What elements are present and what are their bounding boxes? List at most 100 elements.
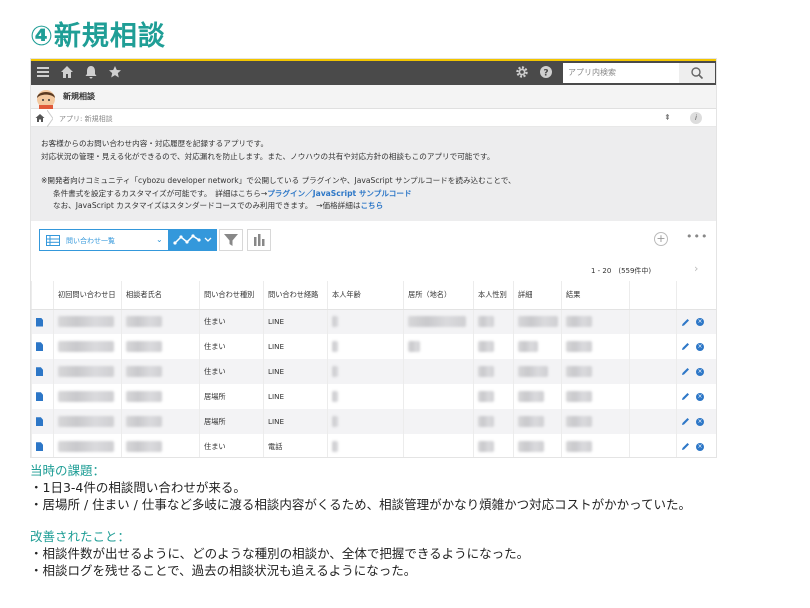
pagination-text: 1 - 20 (559件中)	[591, 267, 652, 275]
delete-icon[interactable]: ×	[696, 318, 704, 326]
blurred-cell	[126, 391, 162, 402]
filter-button[interactable]	[219, 229, 243, 251]
breadcrumb: アプリ: 新規相談 ⇞ i	[31, 110, 716, 127]
blurred-cell	[566, 441, 592, 452]
header-cell	[31, 281, 54, 310]
table-row[interactable]: 居場所 LINE ×	[31, 384, 716, 409]
blurred-cell	[566, 341, 592, 352]
next-page-icon[interactable]: ›	[694, 262, 698, 275]
blurred-cell	[126, 366, 162, 377]
record-detail-icon[interactable]	[36, 417, 43, 427]
header-cell[interactable]: 詳細	[513, 281, 562, 310]
record-detail-icon[interactable]	[36, 342, 43, 352]
view-toolbar: 問い合わせ一覧 ⌄ + •••	[31, 227, 716, 257]
record-detail-icon[interactable]	[36, 317, 43, 327]
route-cell: LINE	[263, 309, 328, 334]
blurred-cell	[58, 416, 114, 427]
plugin-sample-link[interactable]: プラグイン／JavaScript サンプルコード	[267, 189, 411, 198]
delete-icon[interactable]: ×	[696, 417, 704, 426]
more-options-icon[interactable]: •••	[686, 230, 708, 243]
header-cell	[629, 281, 677, 310]
type-cell: 居場所	[199, 384, 264, 409]
route-cell: LINE	[263, 359, 328, 384]
gear-icon[interactable]	[514, 65, 530, 81]
chart-button[interactable]	[247, 229, 271, 251]
blurred-cell	[518, 366, 548, 377]
blurred-cell	[58, 366, 114, 377]
app-search-input[interactable]: アプリ内検索	[563, 63, 679, 83]
edit-icon[interactable]	[681, 318, 690, 327]
blurred-cell	[126, 341, 162, 352]
record-detail-icon[interactable]	[36, 367, 43, 377]
pin-icon[interactable]: ⇞	[664, 113, 671, 122]
route-cell: LINE	[263, 334, 328, 359]
delete-icon[interactable]: ×	[696, 392, 704, 401]
hamburger-menu-icon[interactable]	[35, 65, 51, 81]
edit-icon[interactable]	[681, 342, 690, 351]
improvements-heading: 改善されたこと：	[30, 529, 131, 544]
edit-icon[interactable]	[681, 417, 690, 426]
table-row[interactable]: 住まい LINE ×	[31, 359, 716, 384]
slide-title: ④新規相談	[30, 21, 166, 52]
help-icon[interactable]: ?	[538, 65, 554, 81]
route-cell: 電話	[263, 434, 328, 457]
header-cell[interactable]: 結果	[561, 281, 630, 310]
header-cell[interactable]: 相談者氏名	[121, 281, 200, 310]
bar-chart-icon	[254, 234, 265, 246]
description-text: なお、JavaScript カスタマイズはスタンダードコースでのみ利用できます。…	[53, 201, 361, 211]
info-icon[interactable]: i	[690, 112, 702, 124]
record-detail-icon[interactable]	[36, 392, 43, 402]
type-cell: 住まい	[199, 334, 264, 359]
blurred-cell	[58, 441, 114, 452]
header-cell[interactable]: 問い合わせ経路	[263, 281, 328, 310]
description-line: 対応状況の管理・見える化ができるので、対応漏れを防止します。また、ノウハウの共有…	[41, 151, 495, 161]
pricing-link[interactable]: こちら	[360, 201, 383, 210]
blurred-cell	[566, 316, 592, 328]
improvement-item: ・相談ログを残せることで、過去の相談状況も追えるようになった。	[30, 563, 417, 578]
edit-icon[interactable]	[681, 392, 690, 401]
top-navigation-bar: ? アプリ内検索	[31, 59, 716, 85]
blurred-cell	[478, 391, 494, 402]
delete-icon[interactable]: ×	[696, 442, 704, 451]
home-icon[interactable]	[59, 65, 75, 81]
header-cell[interactable]: 問い合わせ種別	[199, 281, 264, 310]
header-cell[interactable]: 初回問い合わせ日	[53, 281, 122, 310]
edit-icon[interactable]	[681, 442, 690, 451]
header-cell[interactable]: 居所（地名）	[403, 281, 474, 310]
description-line: お客様からのお問い合わせ内容・対応履歴を記録するアプリです。	[41, 139, 269, 148]
table-row[interactable]: 居場所 LINE ×	[31, 409, 716, 434]
type-cell: 住まい	[199, 434, 264, 457]
chevron-down-icon: ⌄	[156, 235, 163, 244]
blurred-cell	[478, 366, 494, 377]
improvement-item: ・相談件数が出せるように、どのような種別の相談か、全体で把握できるようになった。	[30, 546, 530, 561]
notes-section: 当時の課題： ・1日3-4件の相談問い合わせが来る。 ・居場所 / 住まい / …	[30, 462, 800, 579]
blurred-cell	[478, 316, 494, 328]
blurred-cell	[408, 316, 466, 328]
star-icon[interactable]	[107, 65, 123, 81]
view-selector[interactable]: 問い合わせ一覧 ⌄	[39, 229, 169, 251]
graph-button[interactable]	[169, 229, 217, 251]
delete-icon[interactable]: ×	[696, 342, 704, 351]
table-row[interactable]: 住まい LINE ×	[31, 334, 716, 359]
search-button[interactable]	[679, 63, 715, 83]
add-record-button[interactable]: +	[654, 232, 668, 246]
header-cell[interactable]: 本人年齢	[327, 281, 404, 310]
blurred-cell	[566, 416, 592, 427]
record-detail-icon[interactable]	[36, 442, 43, 452]
delete-icon[interactable]: ×	[696, 367, 704, 376]
route-cell: LINE	[263, 409, 328, 434]
header-cell[interactable]: 本人性別	[473, 281, 514, 310]
filter-icon	[224, 234, 238, 246]
table-row[interactable]: 住まい LINE ×	[31, 309, 716, 334]
blurred-cell	[332, 441, 338, 452]
breadcrumb-separator-icon	[47, 110, 53, 127]
breadcrumb-text[interactable]: アプリ: 新規相談	[59, 114, 113, 124]
edit-icon[interactable]	[681, 367, 690, 376]
type-cell: 居場所	[199, 409, 264, 434]
home-small-icon[interactable]	[35, 113, 45, 123]
svg-text:?: ?	[543, 69, 548, 79]
bell-icon[interactable]	[83, 65, 99, 81]
table-row[interactable]: 住まい 電話 ×	[31, 434, 716, 457]
header-cell	[676, 281, 716, 310]
